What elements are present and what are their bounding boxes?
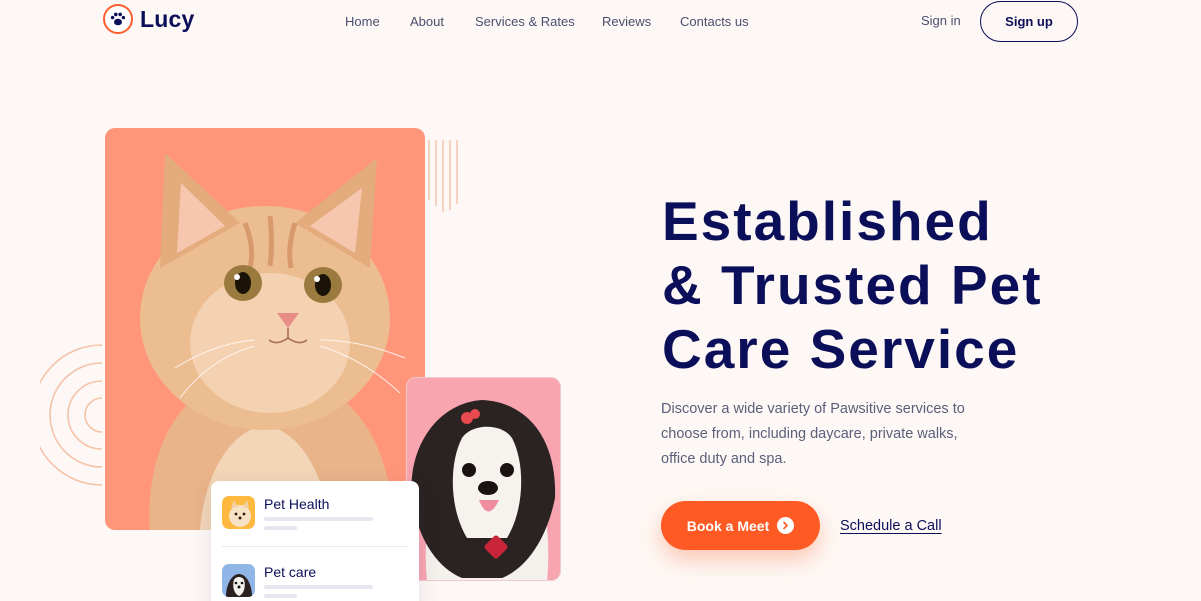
logo-text: Lucy xyxy=(140,5,195,32)
nav-contacts[interactable]: Contacts us xyxy=(680,14,749,29)
service-title: Pet Health xyxy=(264,496,330,512)
sign-up-button[interactable]: Sign up xyxy=(980,1,1078,42)
placeholder-bar xyxy=(264,526,297,530)
hero-title-line: Care Service xyxy=(662,318,1020,380)
sign-in-link[interactable]: Sign in xyxy=(921,13,961,28)
book-a-meet-button[interactable]: Book a Meet xyxy=(661,501,820,550)
placeholder-bar xyxy=(264,517,373,521)
service-title: Pet care xyxy=(264,564,317,580)
services-card: Pet Health Pet care xyxy=(211,481,419,601)
arrow-right-icon xyxy=(777,517,795,534)
paw-icon xyxy=(103,4,133,34)
dog-thumbnail xyxy=(222,564,255,597)
hero-title: Established & Trusted Pet Care Service xyxy=(662,189,1122,381)
nav-about[interactable]: About xyxy=(410,14,444,29)
decorative-stripes xyxy=(428,140,458,212)
schedule-a-call-link[interactable]: Schedule a Call xyxy=(840,518,942,534)
nav-services-rates[interactable]: Services & Rates xyxy=(475,14,575,29)
kitten-photo xyxy=(105,128,425,530)
site-header: Lucy Home About Services & Rates Reviews… xyxy=(0,0,1201,44)
hero-title-line: & Trusted Pet xyxy=(662,254,1043,316)
service-item-pet-health[interactable]: Pet Health xyxy=(222,496,408,542)
nav-home[interactable]: Home xyxy=(345,14,380,29)
pomeranian-thumbnail xyxy=(222,496,255,529)
book-a-meet-label: Book a Meet xyxy=(686,517,770,534)
placeholder-bar xyxy=(264,594,297,598)
decorative-arcs xyxy=(40,344,103,486)
shih-tzu-photo xyxy=(406,377,561,581)
nav-reviews[interactable]: Reviews xyxy=(602,14,651,29)
hero-title-line: Established xyxy=(662,190,993,252)
logo[interactable]: Lucy xyxy=(103,4,194,34)
placeholder-bar xyxy=(264,585,373,589)
divider xyxy=(222,546,408,547)
hero-description: Discover a wide variety of Pawsitive ser… xyxy=(661,401,965,467)
service-item-pet-care[interactable]: Pet care xyxy=(222,564,408,601)
